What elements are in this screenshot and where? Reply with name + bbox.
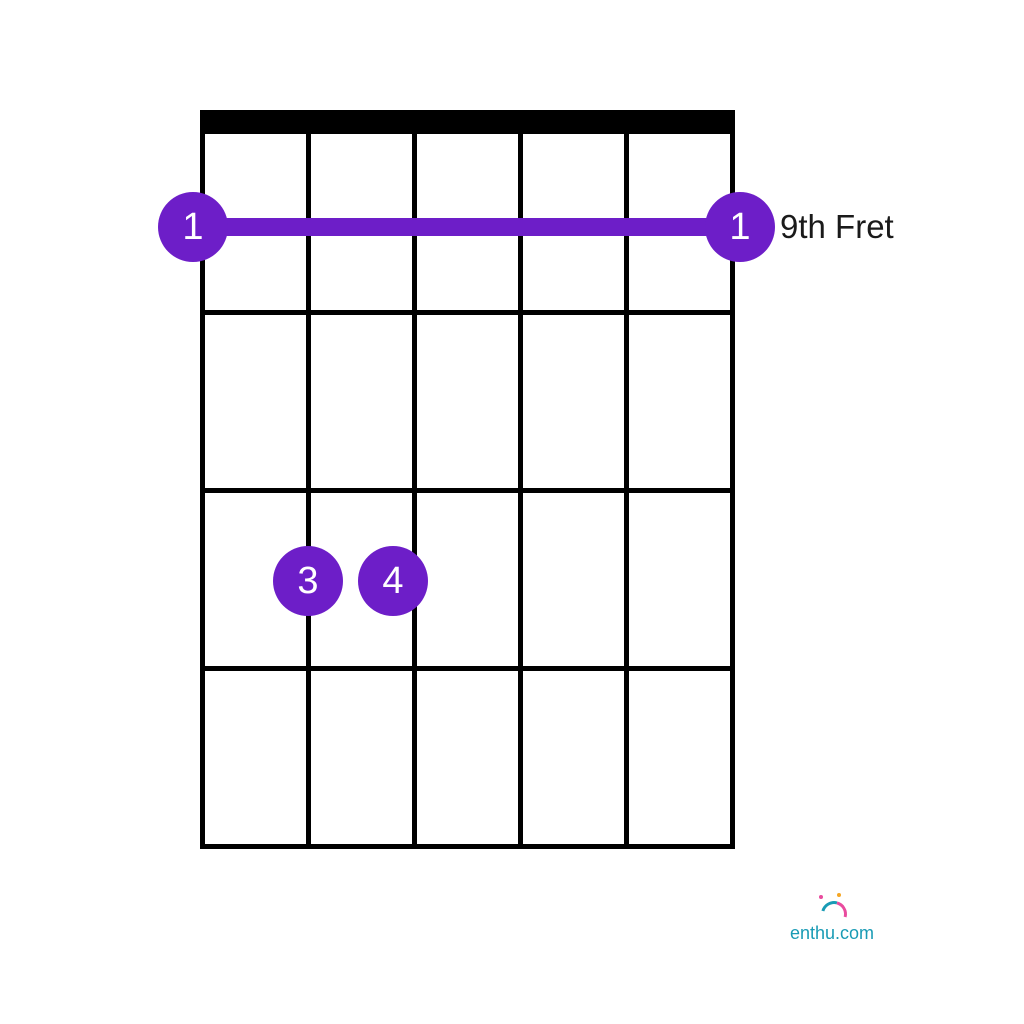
fretboard-grid <box>200 134 735 846</box>
fret-wire-4 <box>200 844 735 849</box>
brand-logo: enthu.com <box>790 895 874 944</box>
guitar-nut <box>200 110 735 134</box>
finger-number-label: 1 <box>729 206 750 249</box>
fret-wire-2 <box>200 488 735 493</box>
finger-number-label: 4 <box>382 560 403 603</box>
finger-dot-3: 3 <box>273 546 343 616</box>
fret-wire-3 <box>200 666 735 671</box>
finger-dot-1-left: 1 <box>158 192 228 262</box>
barre-bar <box>190 218 745 236</box>
chord-diagram: 1 1 3 4 9th Fret <box>200 110 735 850</box>
logo-icon <box>817 895 847 925</box>
finger-dot-1-right: 1 <box>705 192 775 262</box>
finger-number-label: 3 <box>297 560 318 603</box>
fret-wire-1 <box>200 310 735 315</box>
fret-position-label: 9th Fret <box>780 208 894 246</box>
finger-dot-4: 4 <box>358 546 428 616</box>
finger-number-label: 1 <box>182 206 203 249</box>
